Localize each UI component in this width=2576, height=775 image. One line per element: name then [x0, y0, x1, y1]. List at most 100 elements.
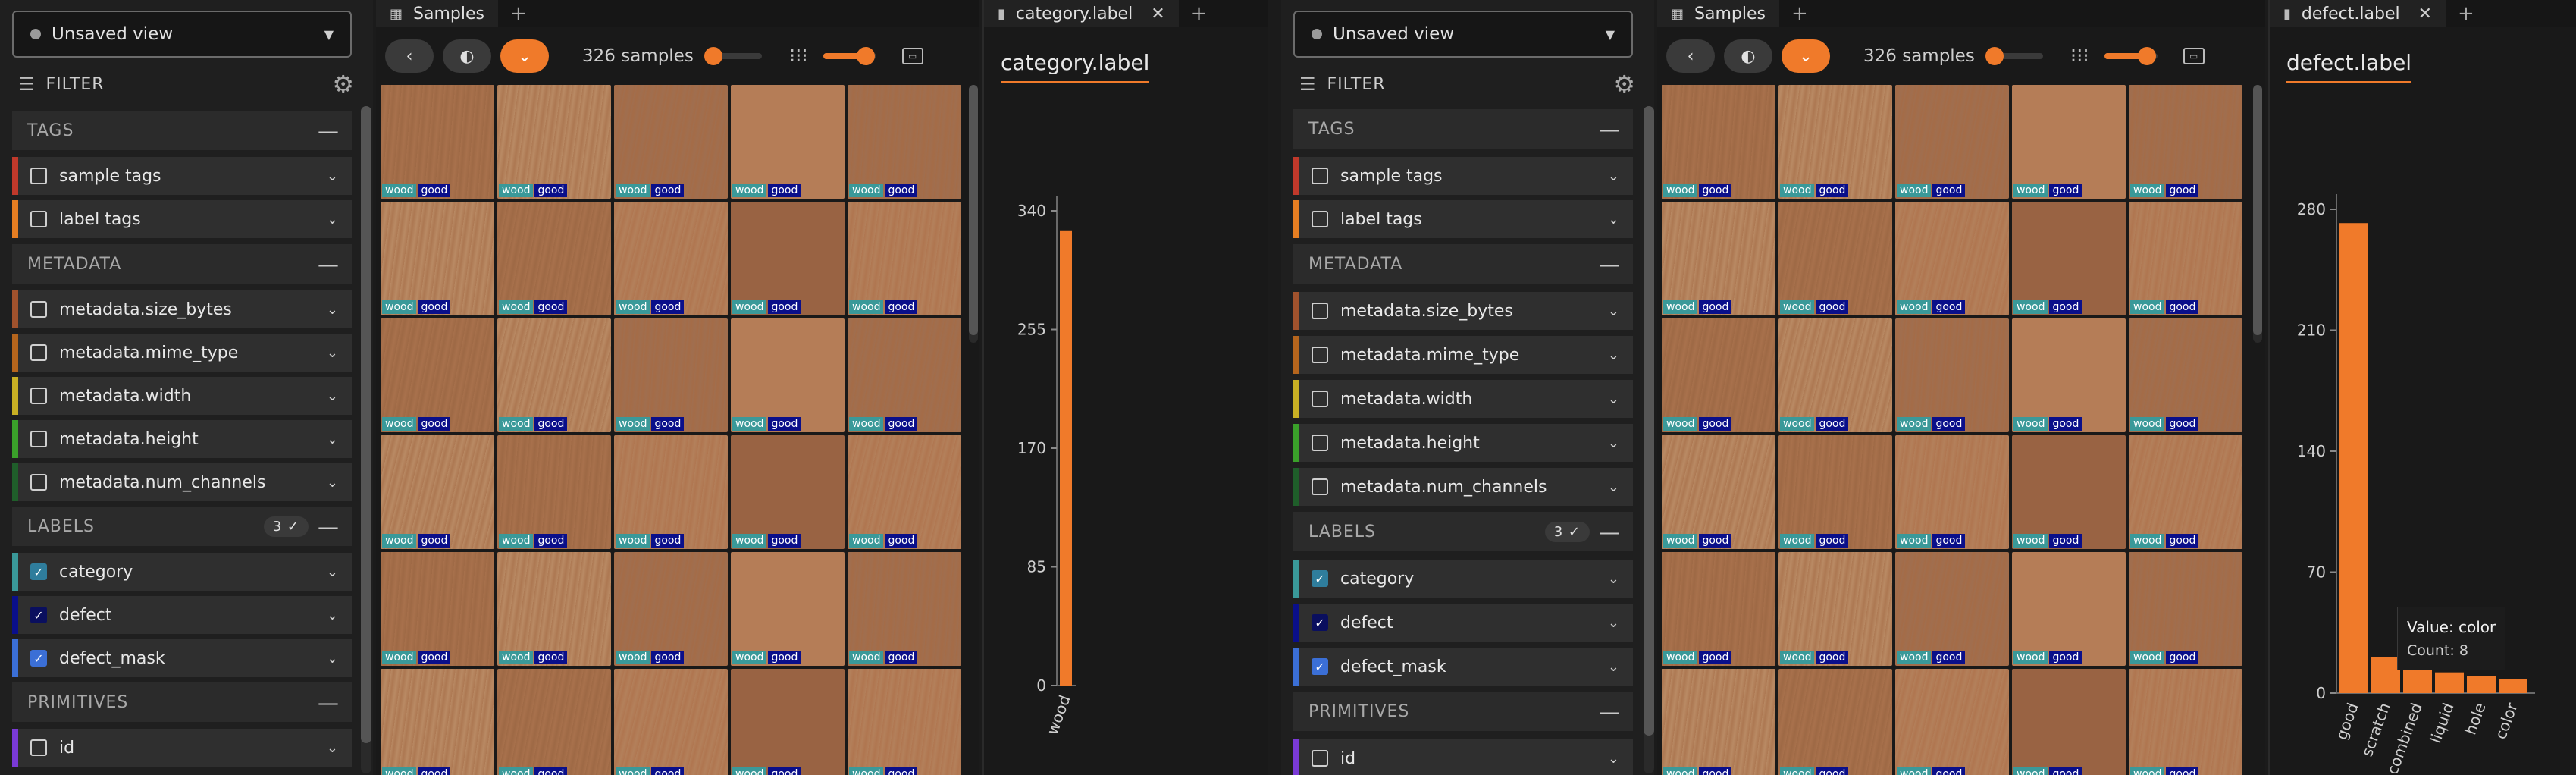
sample-thumbnail[interactable]: wood good [497, 85, 611, 199]
chevron-down-icon[interactable]: ⌄ [1608, 391, 1619, 407]
sample-thumbnail[interactable]: wood good [497, 669, 611, 775]
field-checkbox-checked[interactable]: ✓ [1312, 614, 1328, 631]
chevron-down-icon[interactable]: ⌄ [327, 168, 338, 184]
field-checkbox[interactable] [30, 211, 47, 227]
chevron-down-icon[interactable]: ⌄ [327, 212, 338, 227]
field-label-tags[interactable]: label tags ⌄ [12, 200, 352, 238]
view-selector[interactable]: Unsaved view ▼ [1293, 11, 1633, 58]
collapse-icon[interactable]: — [318, 252, 340, 277]
gear-icon[interactable]: ⚙ [1613, 70, 1636, 99]
sample-thumbnail[interactable]: wood good [1662, 202, 1775, 315]
sample-thumbnail[interactable]: wood good [1662, 318, 1775, 432]
close-icon[interactable]: ✕ [2418, 5, 2432, 24]
sample-thumbnail[interactable]: wood good [731, 85, 845, 199]
field-checkbox-checked[interactable]: ✓ [30, 607, 47, 623]
field-checkbox[interactable] [1312, 168, 1328, 184]
field-width[interactable]: metadata.width ⌄ [12, 377, 352, 415]
view-selector[interactable]: Unsaved view ▼ [12, 11, 352, 58]
sample-thumbnail[interactable]: wood good [1778, 85, 1892, 199]
sample-thumbnail[interactable]: wood good [497, 435, 611, 549]
field-checkbox[interactable] [30, 168, 47, 184]
sample-thumbnail[interactable]: wood good [2012, 85, 2126, 199]
chevron-down-icon[interactable]: ⌄ [327, 345, 338, 361]
sample-thumbnail[interactable]: wood good [731, 318, 845, 432]
collapse-icon[interactable]: — [1599, 699, 1621, 724]
chevron-down-icon[interactable]: ⌄ [1608, 212, 1619, 227]
collapse-icon[interactable]: — [1599, 519, 1621, 544]
chevron-down-icon[interactable]: ⌄ [1608, 751, 1619, 767]
tab-samples[interactable]: ▦ Samples [376, 0, 498, 27]
field-checkbox[interactable] [1312, 211, 1328, 227]
sample-thumbnail[interactable]: wood good [2012, 202, 2126, 315]
section-labels[interactable]: LABELS 3 ✓ — [1293, 512, 1633, 551]
field-height[interactable]: metadata.height ⌄ [1293, 424, 1633, 462]
field-sample-tags[interactable]: sample tags ⌄ [1293, 157, 1633, 195]
field-defect-mask[interactable]: ✓ defect_mask ⌄ [12, 639, 352, 677]
field-checkbox-checked[interactable]: ✓ [30, 563, 47, 580]
sample-thumbnail[interactable]: wood good [381, 552, 494, 666]
sample-thumbnail[interactable]: wood good [497, 552, 611, 666]
field-checkbox[interactable] [30, 344, 47, 361]
field-checkbox[interactable] [30, 301, 47, 318]
sample-thumbnail[interactable]: wood good [1778, 669, 1892, 775]
sample-thumbnail[interactable]: wood good [614, 435, 728, 549]
sample-thumbnail[interactable]: wood good [381, 669, 494, 775]
field-checkbox[interactable] [1312, 347, 1328, 363]
field-checkbox[interactable] [30, 431, 47, 447]
section-tags[interactable]: TAGS — [1293, 109, 1633, 149]
grid-scrollbar[interactable] [2253, 85, 2262, 343]
chevron-down-icon[interactable]: ⌄ [1608, 615, 1619, 631]
field-size-bytes[interactable]: metadata.size_bytes ⌄ [12, 290, 352, 328]
sample-thumbnail[interactable]: wood good [2129, 552, 2242, 666]
chevron-down-icon[interactable]: ⌄ [1608, 303, 1619, 319]
chevron-down-icon[interactable]: ⌄ [327, 388, 338, 404]
slider-knob[interactable] [704, 47, 722, 65]
chevron-down-icon[interactable]: ⌄ [1608, 659, 1619, 675]
sample-thumbnail[interactable]: wood good [2129, 85, 2242, 199]
sample-thumbnail[interactable]: wood good [381, 85, 494, 199]
sample-thumbnail[interactable]: wood good [1778, 435, 1892, 549]
sample-thumbnail[interactable]: wood good [731, 552, 845, 666]
section-metadata[interactable]: METADATA — [12, 244, 352, 284]
histogram-bar[interactable] [1060, 230, 1072, 686]
chevron-down-icon[interactable]: ⌄ [1608, 479, 1619, 495]
field-checkbox-checked[interactable]: ✓ [1312, 658, 1328, 675]
panel-layout-icon[interactable]: ▭ [2183, 48, 2205, 64]
sidebar-scroll-thumb[interactable] [361, 106, 371, 743]
sample-thumbnail[interactable]: wood good [848, 669, 961, 775]
field-id[interactable]: id ⌄ [12, 729, 352, 767]
zoom-slider[interactable] [823, 47, 876, 65]
field-checkbox[interactable] [30, 388, 47, 404]
panel-layout-icon[interactable]: ▭ [901, 48, 923, 64]
histogram-bar[interactable] [2371, 657, 2400, 693]
field-mime-type[interactable]: metadata.mime_type ⌄ [1293, 336, 1633, 374]
section-metadata[interactable]: METADATA — [1293, 244, 1633, 284]
sample-thumbnail[interactable]: wood good [731, 669, 845, 775]
section-primitives[interactable]: PRIMITIVES — [1293, 692, 1633, 731]
section-labels[interactable]: LABELS 3 ✓ — [12, 507, 352, 546]
field-num-channels[interactable]: metadata.num_channels ⌄ [12, 463, 352, 501]
sample-thumbnail[interactable]: wood good [2012, 435, 2126, 549]
chevron-down-icon[interactable]: ⌄ [327, 431, 338, 447]
add-tab-icon[interactable]: + [1779, 2, 1820, 25]
field-checkbox[interactable] [1312, 391, 1328, 407]
collapse-icon[interactable]: — [1599, 117, 1621, 142]
sample-thumbnail[interactable]: wood good [1778, 318, 1892, 432]
zoom-slider[interactable] [2104, 47, 2158, 65]
sample-thumbnail[interactable]: wood good [1895, 318, 2009, 432]
field-checkbox-checked[interactable]: ✓ [1312, 570, 1328, 587]
grid-layout-icon[interactable]: ⁝⁝⁝ [2070, 45, 2089, 67]
chevron-down-icon[interactable]: ⌄ [327, 607, 338, 623]
sample-thumbnail[interactable]: wood good [614, 552, 728, 666]
field-num-channels[interactable]: metadata.num_channels ⌄ [1293, 468, 1633, 506]
grid-scroll-thumb[interactable] [2253, 85, 2262, 335]
sidebar-scroll-thumb[interactable] [1644, 106, 1654, 736]
slider-knob[interactable] [1985, 47, 2004, 65]
field-checkbox[interactable] [1312, 303, 1328, 319]
opacity-slider[interactable] [704, 47, 762, 65]
section-tags[interactable]: TAGS — [12, 111, 352, 150]
sample-thumbnail[interactable]: wood good [1895, 435, 2009, 549]
histogram-bar[interactable] [2435, 672, 2464, 693]
back-button[interactable]: ‹ [1666, 39, 1715, 73]
sample-thumbnail[interactable]: wood good [2129, 318, 2242, 432]
